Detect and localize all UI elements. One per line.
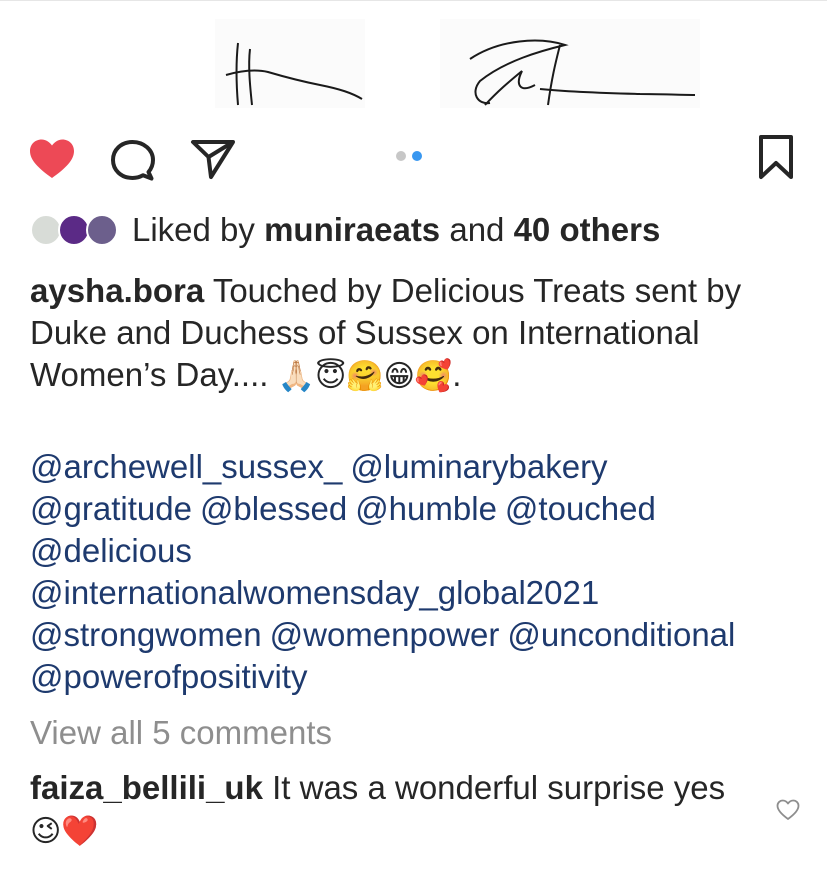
carousel-dot — [396, 151, 406, 161]
caption-mentions: @archewell_sussex_ @luminarybakery @grati… — [30, 446, 820, 698]
caption-trailing: . — [452, 356, 462, 393]
bookmark-icon[interactable] — [756, 134, 796, 180]
likes-row[interactable]: Liked by muniraeats and 40 others — [30, 208, 660, 252]
caption-username[interactable]: aysha.bora — [30, 272, 204, 309]
likes-others[interactable]: 40 others — [514, 211, 661, 248]
heart-outline-icon[interactable] — [776, 799, 800, 821]
likes-joiner: and — [449, 211, 505, 248]
mention-link[interactable]: @archewell_sussex_ — [30, 448, 342, 485]
mention-link[interactable]: @touched — [505, 490, 656, 527]
mention-link[interactable]: @gratitude — [30, 490, 192, 527]
mention-link[interactable]: @womenpower — [270, 616, 500, 653]
mention-link[interactable]: @blessed — [200, 490, 347, 527]
caption-emojis: 🙏🏻😇🤗😁🥰 — [277, 360, 453, 393]
comment-emojis: 😉❤️ — [30, 815, 99, 848]
signatures-image — [225, 39, 696, 106]
comment-text: It was a wonderful surprise yes — [272, 769, 726, 806]
view-all-comments-link[interactable]: View all 5 comments — [30, 711, 332, 755]
comment-bubble-icon[interactable] — [110, 139, 156, 181]
comment-timestamp-cutoff — [30, 864, 36, 886]
mention-link[interactable]: @delicious — [30, 532, 192, 569]
likes-prefix: Liked by — [132, 211, 255, 248]
carousel-indicator — [396, 151, 422, 161]
mention-link[interactable]: @strongwomen — [30, 616, 262, 653]
comment-username[interactable]: faiza_bellili_uk — [30, 769, 263, 806]
carousel-dot-active — [412, 151, 422, 161]
paper-plane-icon[interactable] — [190, 138, 236, 180]
heart-filled-icon[interactable] — [28, 138, 76, 180]
comment-item: faiza_bellili_uk It was a wonderful surp… — [30, 767, 760, 853]
mention-link[interactable]: @powerofpositivity — [30, 658, 307, 695]
mention-link[interactable]: @humble — [355, 490, 497, 527]
likes-summary: Liked by muniraeats and 40 others — [132, 208, 660, 252]
mention-link[interactable]: @unconditional — [507, 616, 735, 653]
avatar — [86, 214, 118, 246]
post-image-bottom[interactable] — [0, 0, 827, 108]
mention-link[interactable]: @luminarybakery — [350, 448, 607, 485]
liker-username[interactable]: muniraeats — [264, 211, 440, 248]
mention-link[interactable]: @internationalwomensday_global2021 — [30, 574, 599, 611]
liker-avatars — [30, 212, 122, 248]
post-caption: aysha.bora Touched by Delicious Treats s… — [30, 270, 820, 398]
